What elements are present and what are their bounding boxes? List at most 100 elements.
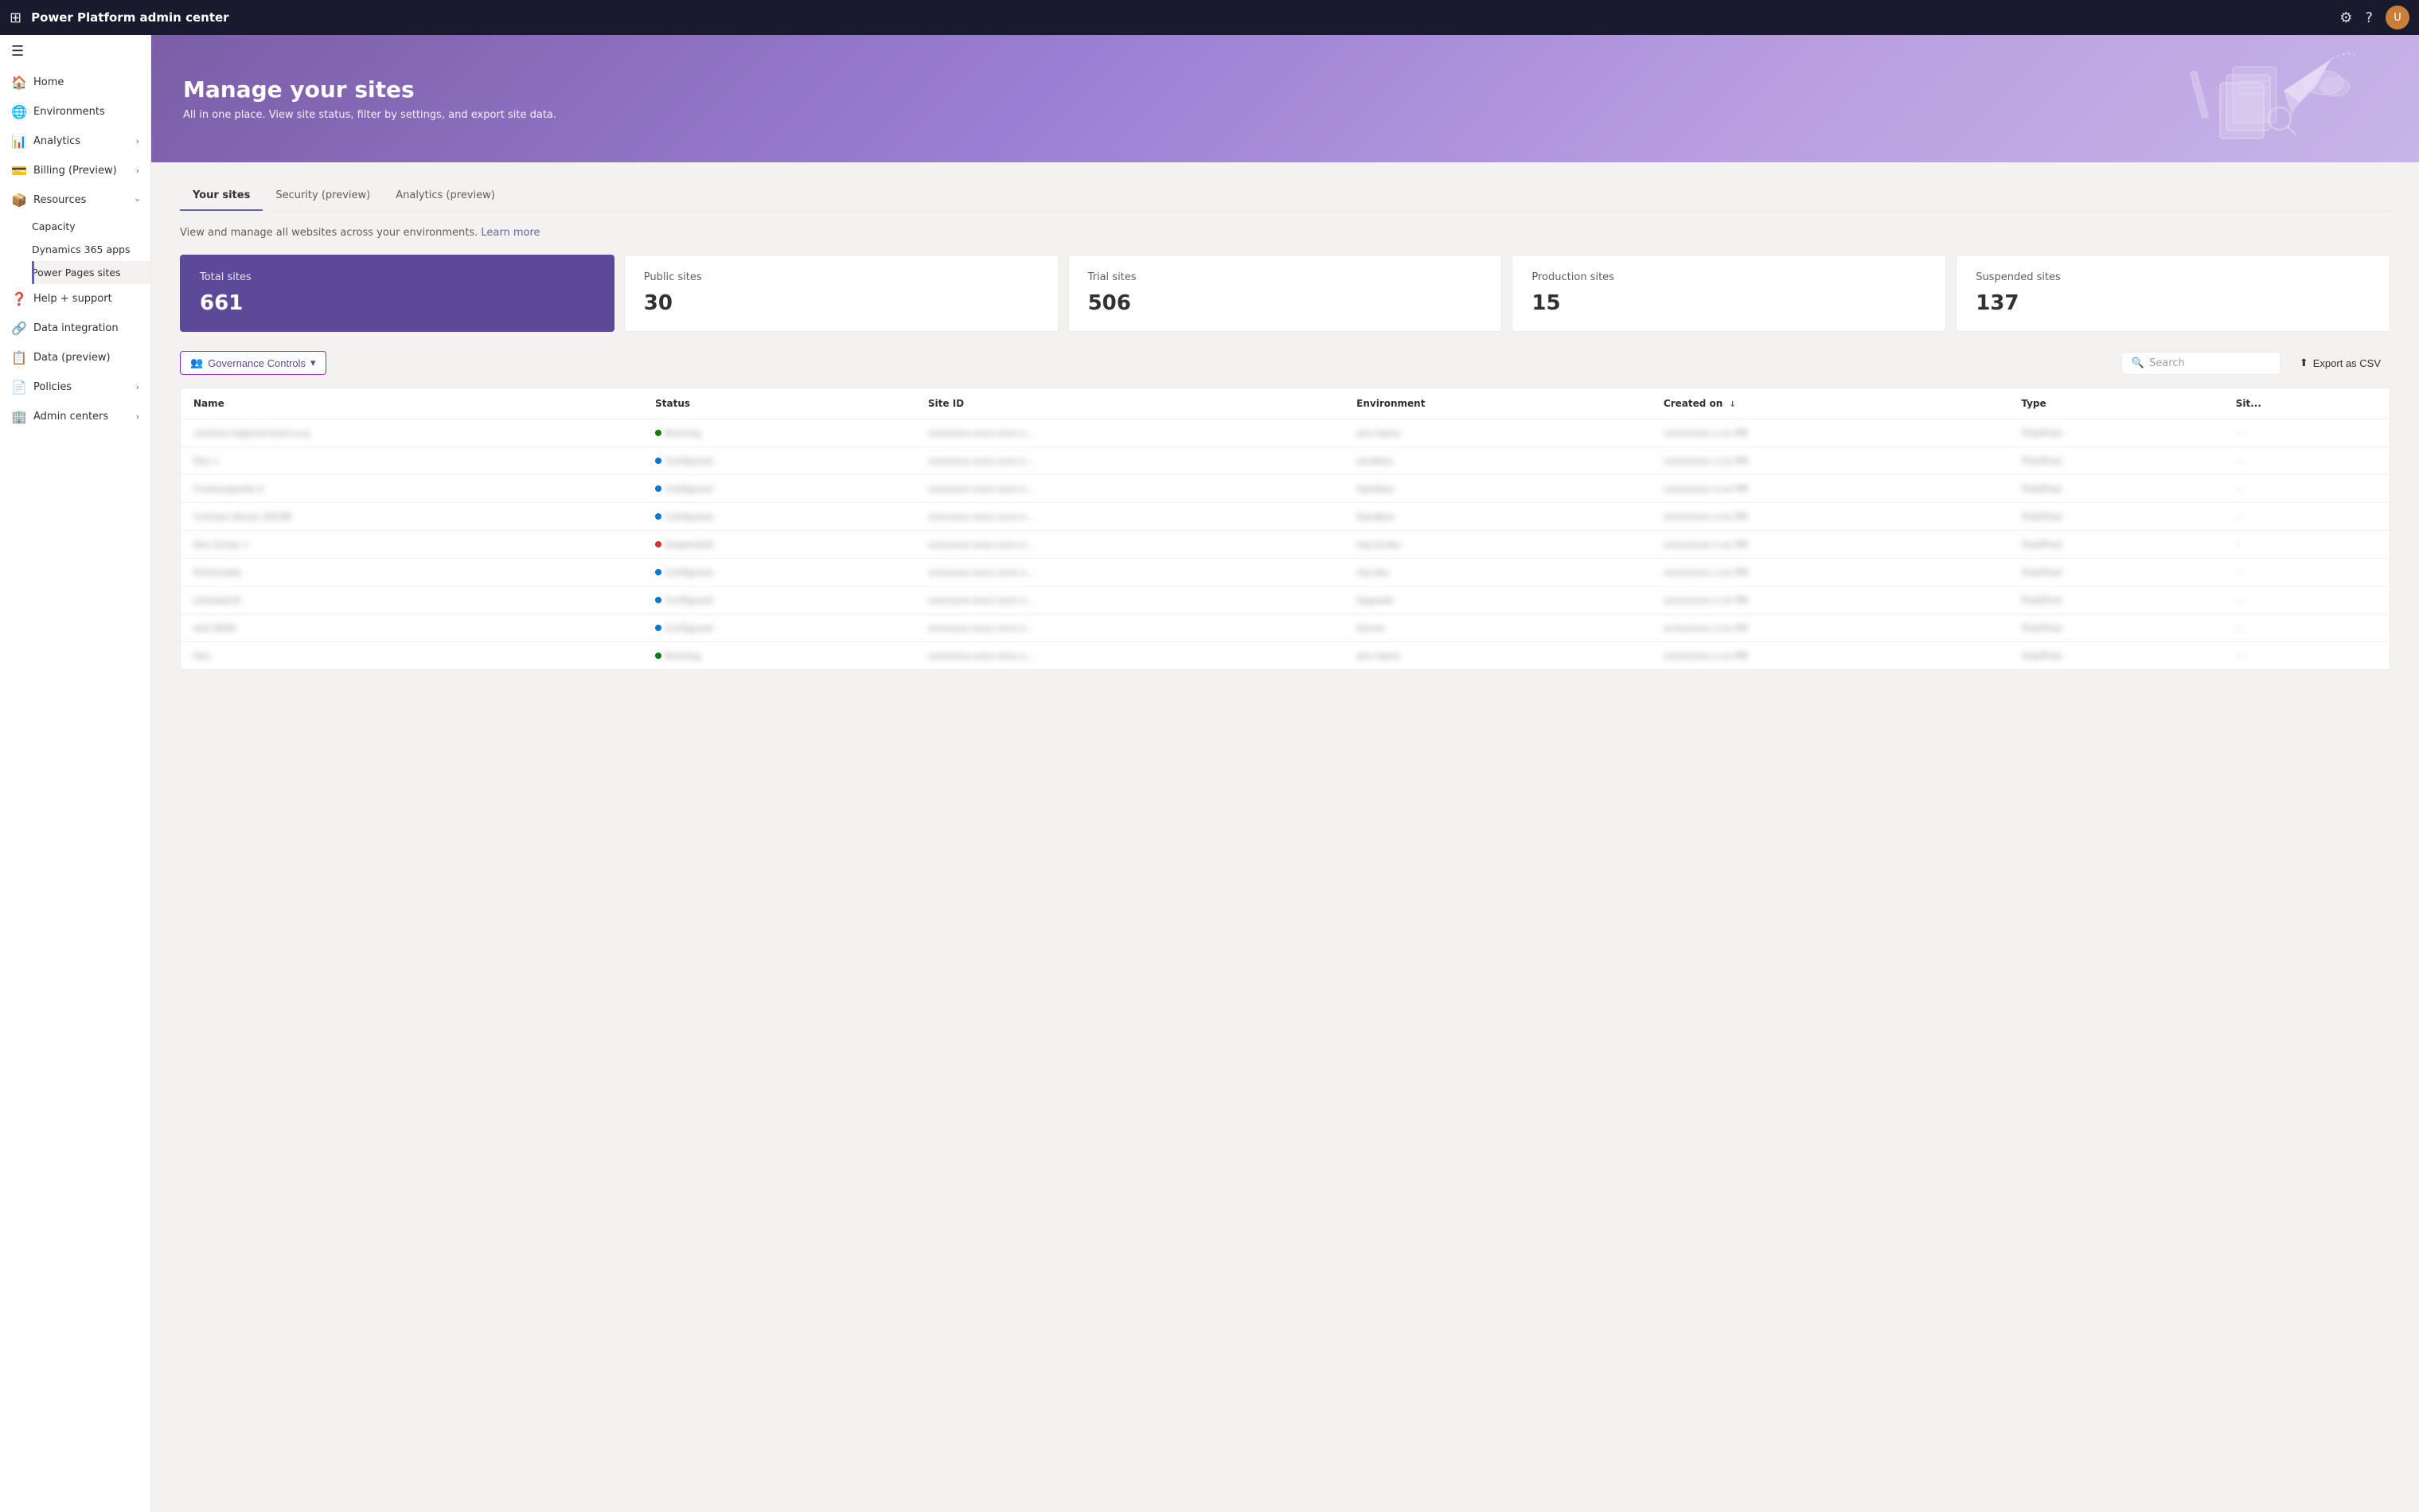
sidebar-item-policies[interactable]: 📄 Policies ›	[0, 372, 150, 402]
sidebar-item-capacity-label: Capacity	[32, 220, 76, 232]
cell-created-on: xx/xx/xxxx x:xx PM	[1651, 559, 2008, 586]
cell-site-id: xxxxxxxx-xxxx-xxxx-x...	[915, 642, 1344, 670]
col-created-on[interactable]: Created on ↓	[1651, 388, 2008, 419]
cell-type: Trial/Prod	[2008, 531, 2222, 559]
sidebar-item-environments[interactable]: 🌐 Environments	[0, 97, 150, 127]
sidebar-item-powerpages[interactable]: Power Pages sites	[32, 261, 150, 284]
table-row[interactable]: Lindsworth Configured xxxxxxxx-xxxx-xxxx…	[181, 586, 2390, 614]
environments-icon: 🌐	[11, 104, 25, 119]
stat-suspended-sites-label: Suspended sites	[1976, 271, 2370, 283]
hero-illustration	[2148, 43, 2371, 154]
cell-created-on: xx/xx/xxxx x:xx PM	[1651, 531, 2008, 559]
status-dot	[655, 569, 661, 575]
governance-controls-button[interactable]: 👥 Governance Controls ▾	[180, 351, 326, 375]
status-dot	[655, 625, 661, 631]
home-icon: 🏠	[11, 75, 25, 90]
help-icon[interactable]: ?	[2365, 10, 2373, 26]
status-label: Configured	[665, 623, 712, 633]
cell-status: Configured	[642, 614, 915, 642]
stat-suspended-sites: Suspended sites 137	[1956, 255, 2390, 332]
tab-security[interactable]: Security (preview)	[263, 181, 383, 211]
settings-icon[interactable]: ⚙	[2339, 10, 2352, 26]
cell-type: Trial/Prod	[2008, 559, 2222, 586]
table-row[interactable]: Contoso library 2023B Configured xxxxxxx…	[181, 503, 2390, 531]
stat-trial-sites-label: Trial sites	[1088, 271, 1483, 283]
sidebar-item-dynamics365[interactable]: Dynamics 365 apps	[32, 238, 150, 261]
tab-your-sites[interactable]: Your sites	[180, 181, 263, 211]
stat-trial-sites: Trial sites 506	[1068, 255, 1503, 332]
status-dot	[655, 458, 661, 464]
cell-created-on: xx/xx/xxxx x:xx PM	[1651, 614, 2008, 642]
col-environment[interactable]: Environment	[1344, 388, 1651, 419]
table-row[interactable]: Dev Group 1 Suspended xxxxxxxx-xxxx-xxxx…	[181, 531, 2390, 559]
cell-site-extra: --	[2223, 419, 2390, 447]
col-name[interactable]: Name	[181, 388, 642, 419]
table-row[interactable]: Contosoportal-2 Configured xxxxxxxx-xxxx…	[181, 475, 2390, 503]
hero-banner: Manage your sites All in one place. View…	[151, 35, 2419, 162]
status-label: Configured	[665, 484, 712, 494]
sites-table-wrapper: Name Status Site ID Environment Created …	[180, 388, 2390, 670]
chevron-down-icon: ›	[136, 136, 139, 146]
sidebar-item-help[interactable]: ❓ Help + support	[0, 284, 150, 314]
cell-name: Dev 1	[181, 447, 642, 475]
cell-environment: Sandbox	[1344, 503, 1651, 531]
cell-environment: env-name	[1344, 642, 1651, 670]
tab-analytics[interactable]: Analytics (preview)	[383, 181, 508, 211]
sidebar-item-data-preview[interactable]: 📋 Data (preview)	[0, 343, 150, 372]
sidebar-sub-resources: Capacity Dynamics 365 apps Power Pages s…	[0, 215, 150, 284]
sidebar-item-help-label: Help + support	[33, 293, 112, 305]
cell-name: Contosoportal-2	[181, 475, 642, 503]
cell-type: Trial/Prod	[2008, 475, 2222, 503]
cell-status: Configured	[642, 503, 915, 531]
sidebar-item-capacity[interactable]: Capacity	[32, 215, 150, 238]
status-label: Running	[665, 428, 700, 438]
table-row[interactable]: test-0000 Configured xxxxxxxx-xxxx-xxxx-…	[181, 614, 2390, 642]
topbar-actions: ⚙ ? U	[2339, 6, 2409, 29]
col-site-id[interactable]: Site ID	[915, 388, 1344, 419]
table-row[interactable]: Dev Running xxxxxxxx-xxxx-xxxx-x...env-n…	[181, 642, 2390, 670]
help-support-icon: ❓	[11, 291, 25, 306]
search-box[interactable]: 🔍 Search	[2121, 352, 2280, 375]
sidebar-item-analytics-label: Analytics	[33, 135, 80, 147]
sidebar-item-dynamics365-label: Dynamics 365 apps	[32, 244, 131, 255]
cell-environment: org dev	[1344, 559, 1651, 586]
sidebar-item-home[interactable]: 🏠 Home	[0, 68, 150, 97]
table-row[interactable]: contoso-regional-tours-a-g Running xxxxx…	[181, 419, 2390, 447]
cell-site-extra: --	[2223, 642, 2390, 670]
tabs-bar: Your sites Security (preview) Analytics …	[180, 181, 2390, 211]
waffle-icon[interactable]: ⊞	[10, 10, 21, 26]
cell-site-id: xxxxxxxx-xxxx-xxxx-x...	[915, 503, 1344, 531]
content-area: Your sites Security (preview) Analytics …	[151, 162, 2419, 689]
topbar: ⊞ Power Platform admin center ⚙ ? U	[0, 0, 2419, 35]
export-csv-button[interactable]: ⬆ Export as CSV	[2290, 352, 2390, 374]
hero-subtitle: All in one place. View site status, filt…	[183, 109, 2387, 121]
sidebar-item-data-integration[interactable]: 🔗 Data integration	[0, 314, 150, 343]
cell-environment: Server	[1344, 614, 1651, 642]
main-content: Manage your sites All in one place. View…	[151, 35, 2419, 1512]
sidebar-item-analytics[interactable]: 📊 Analytics ›	[0, 127, 150, 156]
cell-site-extra: --	[2223, 586, 2390, 614]
cell-created-on: xx/xx/xxxx x:xx PM	[1651, 447, 2008, 475]
analytics-icon: 📊	[11, 134, 25, 149]
col-site[interactable]: Sit...	[2223, 388, 2390, 419]
avatar[interactable]: U	[2386, 6, 2409, 29]
page-title: Manage your sites	[183, 76, 2387, 103]
app-title: Power Platform admin center	[31, 10, 2330, 25]
cell-environment: sandbox	[1344, 447, 1651, 475]
sidebar-item-resources-label: Resources	[33, 194, 86, 206]
learn-more-link[interactable]: Learn more	[481, 227, 540, 239]
sidebar-item-billing[interactable]: 💳 Billing (Preview) ›	[0, 156, 150, 185]
table-row[interactable]: Porttonado Configured xxxxxxxx-xxxx-xxxx…	[181, 559, 2390, 586]
sidebar-hamburger[interactable]: ☰	[0, 35, 150, 68]
stat-trial-sites-value: 506	[1088, 291, 1483, 315]
sort-icon: ↓	[1729, 400, 1735, 409]
chevron-up-icon: ›	[132, 198, 142, 201]
sidebar-item-resources[interactable]: 📦 Resources ›	[0, 185, 150, 215]
cell-site-id: xxxxxxxx-xxxx-xxxx-x...	[915, 531, 1344, 559]
col-status[interactable]: Status	[642, 388, 915, 419]
cell-environment: env-name	[1344, 419, 1651, 447]
stat-public-sites-value: 30	[644, 291, 1039, 315]
table-row[interactable]: Dev 1 Configured xxxxxxxx-xxxx-xxxx-x...…	[181, 447, 2390, 475]
sidebar-item-admin-centers[interactable]: 🏢 Admin centers ›	[0, 402, 150, 431]
col-type[interactable]: Type	[2008, 388, 2222, 419]
